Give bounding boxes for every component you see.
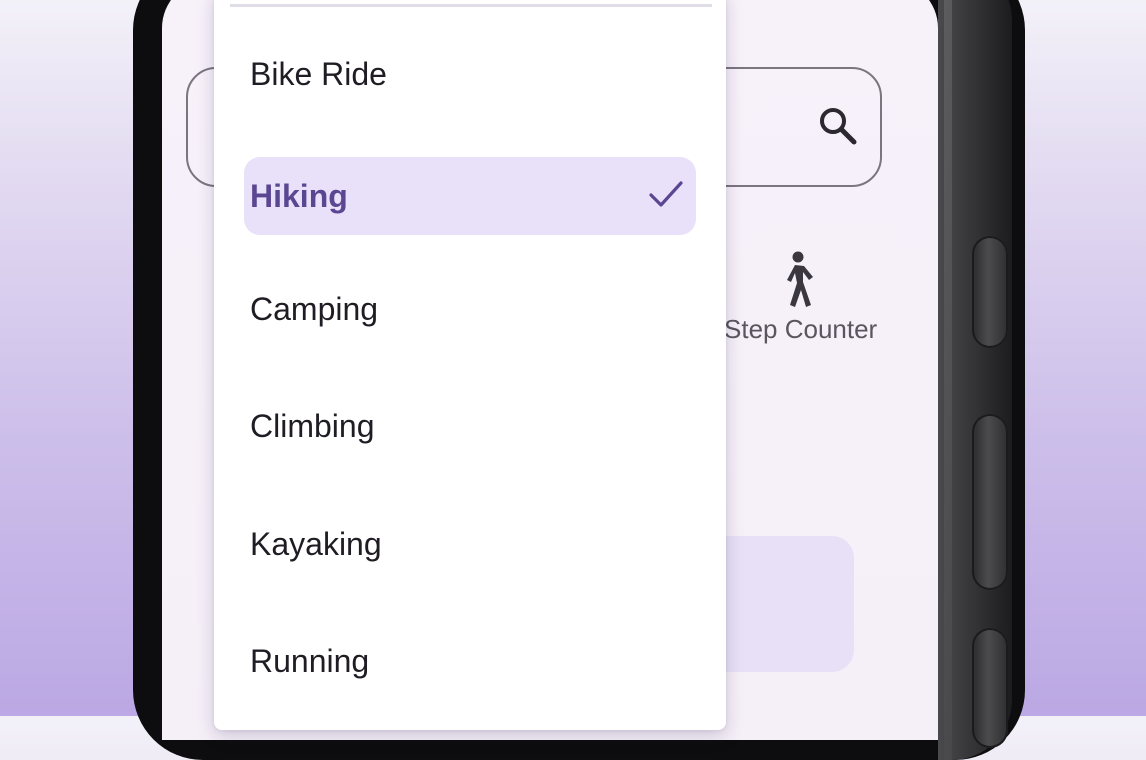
dropdown-item-running[interactable]: Running [244,622,696,700]
dropdown-item-label: Bike Ride [250,55,387,92]
dropdown-item-label: Camping [250,290,379,327]
activity-dropdown-menu: Bike Ride Hiking Camping Climbing Kayaki… [214,0,726,730]
dropdown-item-camping[interactable]: Camping [244,270,696,348]
dropdown-item-label: Hiking [250,177,348,214]
check-icon [649,181,683,207]
phone-side-button [972,628,1008,748]
step-counter-label[interactable]: Step Counter [724,314,877,345]
phone-side-button [972,236,1008,348]
search-icon[interactable] [817,105,859,147]
walking-person-icon[interactable] [773,250,817,310]
dropdown-item-climbing[interactable]: Climbing [244,387,696,465]
dropdown-item-bike-ride[interactable]: Bike Ride [244,35,696,113]
divider [230,4,712,7]
dropdown-item-label: Kayaking [250,525,382,562]
dropdown-item-label: Running [250,642,370,679]
phone-side-button [972,414,1008,590]
dropdown-item-label: Climbing [250,407,375,444]
dropdown-item-kayaking[interactable]: Kayaking [244,505,696,583]
dropdown-item-hiking[interactable]: Hiking [244,157,696,235]
phone-frame-highlight [944,0,952,760]
